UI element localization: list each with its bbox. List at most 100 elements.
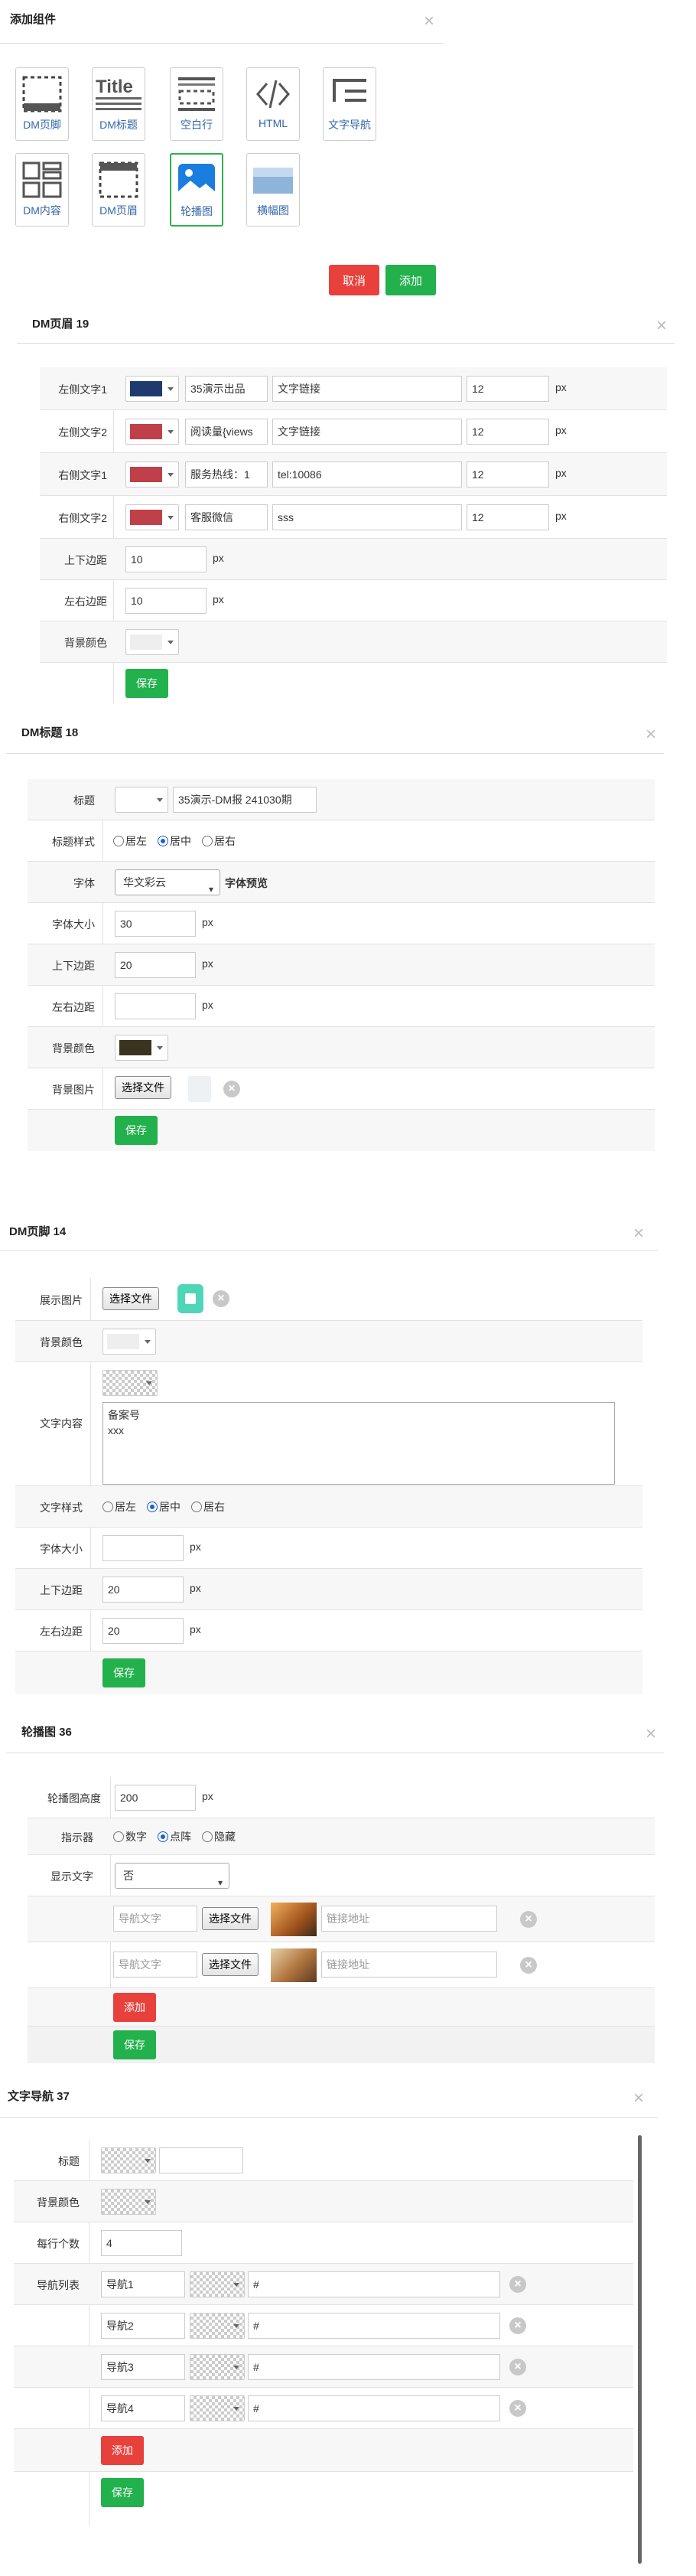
- indicator-dots-radio[interactable]: 点阵: [158, 1829, 191, 1844]
- color-picker[interactable]: [125, 504, 179, 530]
- nav-link-input[interactable]: #: [248, 2354, 500, 2380]
- indicator-number-radio[interactable]: 数字: [113, 1829, 147, 1844]
- link-input[interactable]: 链接地址: [321, 1952, 497, 1978]
- close-icon[interactable]: ×: [656, 317, 667, 335]
- show-text-select[interactable]: 否 ▾: [115, 1863, 229, 1889]
- font-select[interactable]: 华文彩云 ▾: [115, 869, 220, 895]
- component-html[interactable]: HTML: [246, 67, 300, 141]
- font-size-input[interactable]: [102, 1535, 184, 1561]
- remove-icon[interactable]: ×: [509, 2400, 526, 2417]
- title-input[interactable]: 35演示-DM报 241030期: [173, 787, 317, 813]
- remove-icon[interactable]: ×: [509, 2317, 526, 2334]
- close-icon[interactable]: ×: [424, 12, 434, 31]
- link-input[interactable]: sss: [272, 504, 462, 530]
- padding-v-input[interactable]: 20: [102, 1577, 184, 1603]
- text-input[interactable]: 客服微信: [185, 504, 268, 530]
- choose-file-button[interactable]: 选择文件: [102, 1287, 159, 1310]
- component-dm-footer[interactable]: DM页脚: [15, 67, 69, 141]
- link-input[interactable]: 链接地址: [321, 1906, 497, 1932]
- nav-text-input[interactable]: 导航文字: [113, 1906, 197, 1932]
- color-picker[interactable]: [115, 1035, 168, 1061]
- close-icon[interactable]: ×: [633, 2089, 644, 2108]
- save-button[interactable]: 保存: [102, 1658, 145, 1687]
- close-icon[interactable]: ×: [646, 1725, 656, 1743]
- per-row-input[interactable]: 4: [101, 2230, 182, 2256]
- remove-icon[interactable]: ×: [509, 2276, 526, 2293]
- cancel-button[interactable]: 取消: [329, 265, 379, 295]
- text-color-picker[interactable]: [102, 1370, 158, 1396]
- align-left-radio[interactable]: 居左: [113, 833, 147, 849]
- component-banner[interactable]: 横幅图: [246, 153, 300, 227]
- scrollbar[interactable]: [638, 2135, 642, 2564]
- component-dm-title[interactable]: Title DM标题: [92, 67, 145, 141]
- content-textarea[interactable]: 备案号 xxx: [102, 1402, 615, 1485]
- nav-link-input[interactable]: #: [248, 2271, 500, 2297]
- text-input[interactable]: 服务热线：1: [185, 461, 268, 487]
- text-input[interactable]: 35演示出品: [185, 376, 268, 402]
- nav-name-input[interactable]: 导航1: [101, 2271, 185, 2297]
- carousel-height-input[interactable]: 200: [115, 1785, 196, 1811]
- save-button[interactable]: 保存: [115, 1116, 158, 1145]
- indicator-hidden-radio[interactable]: 隐藏: [202, 1829, 236, 1844]
- nav-color-picker[interactable]: [190, 2395, 245, 2421]
- align-center-radio[interactable]: 居中: [158, 833, 191, 849]
- save-button[interactable]: 保存: [125, 669, 168, 698]
- color-picker[interactable]: [115, 787, 168, 813]
- align-right-radio[interactable]: 居右: [202, 833, 236, 849]
- remove-icon[interactable]: ×: [520, 1957, 537, 1974]
- choose-file-button[interactable]: 选择文件: [202, 1953, 259, 1976]
- nav-color-picker[interactable]: [190, 2313, 245, 2339]
- align-center-radio[interactable]: 居中: [147, 1499, 181, 1515]
- padding-h-input[interactable]: [115, 993, 196, 1019]
- add-item-button[interactable]: 添加: [101, 2436, 144, 2465]
- nav-link-input[interactable]: #: [248, 2395, 500, 2421]
- choose-file-button[interactable]: 选择文件: [202, 1907, 259, 1930]
- size-input[interactable]: 12: [467, 419, 549, 445]
- color-picker[interactable]: [125, 461, 179, 487]
- nav-link-input[interactable]: #: [248, 2313, 500, 2339]
- remove-icon[interactable]: ×: [213, 1290, 229, 1307]
- padding-v-input[interactable]: 10: [125, 546, 207, 572]
- remove-icon[interactable]: ×: [223, 1081, 240, 1097]
- close-icon[interactable]: ×: [646, 726, 656, 744]
- bg-color-picker[interactable]: [101, 2189, 156, 2215]
- size-input[interactable]: 12: [467, 504, 549, 530]
- choose-file-button[interactable]: 选择文件: [115, 1076, 171, 1099]
- size-input[interactable]: 12: [467, 376, 549, 402]
- add-button[interactable]: 添加: [385, 265, 436, 295]
- title-color-picker[interactable]: [101, 2147, 156, 2173]
- nav-color-picker[interactable]: [190, 2271, 245, 2297]
- close-icon[interactable]: ×: [633, 1224, 644, 1243]
- nav-name-input[interactable]: 导航3: [101, 2354, 185, 2380]
- font-size-input[interactable]: 30: [115, 911, 196, 937]
- component-blank-row[interactable]: 空白行: [170, 67, 223, 141]
- size-input[interactable]: 12: [467, 461, 549, 487]
- align-right-radio[interactable]: 居右: [191, 1499, 225, 1515]
- color-picker[interactable]: [125, 419, 179, 445]
- text-input[interactable]: 阅读量{views: [185, 419, 268, 445]
- save-button[interactable]: 保存: [113, 2030, 156, 2059]
- nav-text-input[interactable]: 导航文字: [113, 1952, 197, 1978]
- nav-name-input[interactable]: 导航4: [101, 2395, 185, 2421]
- remove-icon[interactable]: ×: [520, 1911, 537, 1928]
- add-item-button[interactable]: 添加: [113, 1993, 156, 2022]
- title-input[interactable]: [159, 2147, 243, 2173]
- padding-v-input[interactable]: 20: [115, 952, 196, 978]
- link-input[interactable]: 文字链接: [272, 419, 462, 445]
- link-input[interactable]: 文字链接: [272, 376, 462, 402]
- component-dm-content[interactable]: DM内容: [15, 153, 69, 227]
- color-picker[interactable]: [102, 1329, 156, 1355]
- link-input[interactable]: tel:10086: [272, 461, 462, 487]
- color-picker[interactable]: [125, 376, 179, 402]
- align-left-radio[interactable]: 居左: [102, 1499, 136, 1515]
- component-carousel[interactable]: 轮播图: [170, 153, 223, 227]
- component-dm-header[interactable]: DM页眉: [92, 153, 145, 227]
- padding-h-input[interactable]: 20: [102, 1618, 184, 1644]
- padding-h-input[interactable]: 10: [125, 588, 207, 614]
- color-picker[interactable]: [125, 629, 179, 655]
- nav-color-picker[interactable]: [190, 2354, 245, 2380]
- remove-icon[interactable]: ×: [509, 2359, 526, 2375]
- save-button[interactable]: 保存: [101, 2478, 144, 2507]
- nav-name-input[interactable]: 导航2: [101, 2313, 185, 2339]
- component-text-nav[interactable]: 文字导航: [323, 67, 376, 141]
